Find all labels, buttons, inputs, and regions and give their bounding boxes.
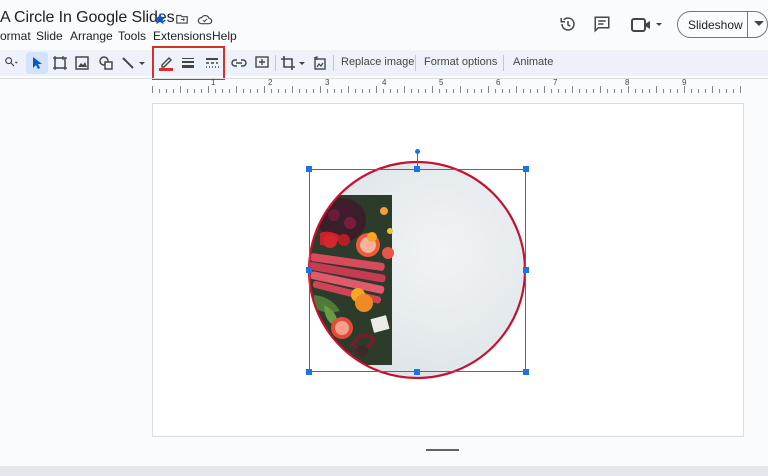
- format-options-button[interactable]: Format options: [424, 56, 497, 68]
- zoom-icon[interactable]: [0, 52, 22, 74]
- menu-tools[interactable]: Tools: [118, 29, 146, 43]
- toolbar-separator: [503, 55, 504, 71]
- ruler-number: 4: [382, 78, 387, 87]
- ruler-number: 2: [268, 78, 273, 87]
- border-dash-icon[interactable]: [202, 52, 222, 74]
- reset-image-icon[interactable]: [310, 52, 330, 74]
- footer-strip: [0, 466, 768, 476]
- add-comment-icon[interactable]: [252, 52, 272, 74]
- line-icon[interactable]: [120, 52, 148, 74]
- ruler-number: 6: [496, 78, 501, 87]
- menu-arrange[interactable]: Arrange: [70, 29, 113, 43]
- menu-format[interactable]: ormat: [0, 29, 31, 43]
- resize-handle-top-left[interactable]: [306, 166, 312, 172]
- horizontal-ruler: [152, 86, 741, 93]
- select-cursor-icon[interactable]: [26, 52, 48, 74]
- ruler-number: 3: [325, 78, 330, 87]
- slideshow-button[interactable]: Slideshow: [688, 18, 743, 32]
- border-weight-icon[interactable]: [178, 52, 198, 74]
- crop-icon[interactable]: [280, 52, 308, 74]
- replace-image-button[interactable]: Replace image: [341, 56, 414, 68]
- ruler-number: 9: [682, 78, 687, 87]
- resize-handle-top[interactable]: [414, 166, 420, 172]
- resize-handle-bottom-left[interactable]: [306, 369, 312, 375]
- slideshow-divider: [747, 11, 748, 38]
- document-title[interactable]: A Circle In Google Slides: [0, 9, 175, 27]
- toolbar-separator: [333, 55, 334, 71]
- animate-button[interactable]: Animate: [513, 56, 553, 68]
- cloud-saved-icon[interactable]: [196, 11, 214, 27]
- move-to-folder-icon[interactable]: [174, 11, 190, 27]
- menu-help[interactable]: Help: [212, 29, 237, 43]
- speaker-notes-drag-handle[interactable]: [426, 449, 459, 451]
- video-camera-icon[interactable]: [630, 15, 664, 35]
- ruler-number: 5: [439, 78, 444, 87]
- ruler-number: 8: [625, 78, 630, 87]
- selection-box: [309, 169, 526, 372]
- resize-handle-top-right[interactable]: [523, 166, 529, 172]
- link-icon[interactable]: [229, 52, 249, 74]
- menu-extensions[interactable]: Extensions: [153, 29, 212, 43]
- toolbar-separator: [415, 55, 416, 71]
- resize-handle-bottom-right[interactable]: [523, 369, 529, 375]
- image-icon[interactable]: [72, 52, 92, 74]
- shapes-icon[interactable]: [96, 52, 116, 74]
- history-icon[interactable]: [558, 14, 578, 34]
- menu-slide[interactable]: Slide: [36, 29, 63, 43]
- rotate-handle[interactable]: [415, 149, 420, 154]
- resize-handle-left[interactable]: [306, 267, 312, 273]
- border-color-pen-icon[interactable]: [156, 52, 176, 74]
- ruler-number: 1: [211, 78, 216, 87]
- star-icon[interactable]: [152, 11, 168, 27]
- comment-icon[interactable]: [592, 14, 612, 34]
- resize-handle-right[interactable]: [523, 267, 529, 273]
- toolbar-separator: [275, 55, 276, 71]
- slideshow-dropdown-icon[interactable]: [753, 18, 765, 30]
- frame-icon[interactable]: [50, 52, 70, 74]
- resize-handle-bottom[interactable]: [414, 369, 420, 375]
- ruler-number: 7: [553, 78, 558, 87]
